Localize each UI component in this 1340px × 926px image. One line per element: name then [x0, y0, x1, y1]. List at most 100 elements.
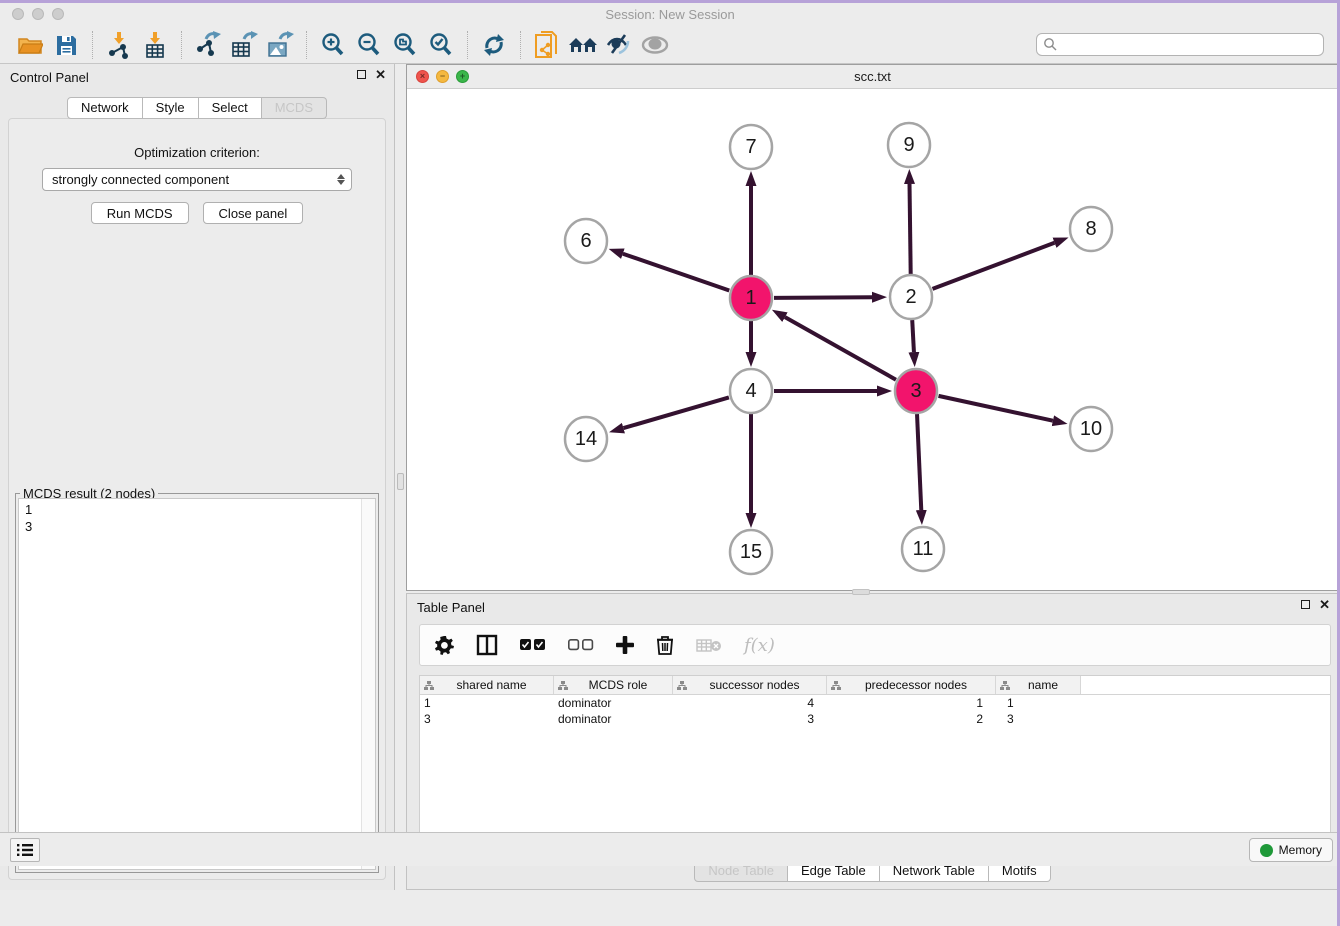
network-minimize-button[interactable]: −: [436, 70, 449, 83]
desktop-edge: [0, 0, 1340, 3]
graph-edge-2-8[interactable]: [933, 243, 1055, 289]
float-panel-icon[interactable]: [1301, 600, 1310, 609]
close-panel-icon[interactable]: ✕: [1319, 600, 1330, 609]
column-header-shared-name[interactable]: shared name: [420, 676, 554, 694]
refresh-button[interactable]: [478, 30, 510, 60]
close-panel-button[interactable]: Close panel: [203, 202, 304, 224]
network-maximize-button[interactable]: +: [456, 70, 469, 83]
toolbar-separator: [306, 31, 307, 59]
table-cell[interactable]: 4: [673, 696, 827, 710]
table-options-button[interactable]: [434, 632, 454, 658]
table-cell[interactable]: 1: [420, 696, 554, 710]
table-cell[interactable]: 3: [420, 712, 554, 726]
column-header-predecessor-nodes[interactable]: predecessor nodes: [827, 676, 996, 694]
vizmapper-button[interactable]: [603, 30, 635, 60]
close-window-button[interactable]: [12, 8, 24, 20]
tab-select[interactable]: Select: [199, 97, 262, 119]
app-window: Session: New Session: [0, 0, 1340, 926]
table-row[interactable]: 3dominator323: [420, 711, 1330, 727]
memory-button[interactable]: Memory: [1249, 838, 1333, 862]
close-panel-icon[interactable]: ✕: [375, 70, 386, 79]
show-column-panel-button[interactable]: [476, 632, 498, 658]
graph-edge-3-11[interactable]: [917, 414, 921, 510]
graph-node-label: 6: [580, 230, 591, 252]
export-network-button[interactable]: [192, 30, 224, 60]
show-graphics-details-button[interactable]: [639, 30, 671, 60]
zoom-out-button[interactable]: [353, 30, 385, 60]
memory-status-icon: [1260, 844, 1273, 857]
table-cell[interactable]: 2: [827, 712, 996, 726]
float-panel-icon[interactable]: [357, 70, 366, 79]
network-window-title: scc.txt: [854, 69, 891, 84]
column-type-icon: [558, 681, 568, 690]
tab-style[interactable]: Style: [143, 97, 199, 119]
tab-network[interactable]: Network: [67, 97, 143, 119]
open-session-button[interactable]: [14, 30, 46, 60]
run-mcds-button[interactable]: Run MCDS: [91, 202, 189, 224]
graph-edge-4-14[interactable]: [623, 397, 728, 428]
table-cell[interactable]: 3: [996, 712, 1081, 726]
eye-icon: [640, 34, 670, 56]
zoom-out-icon: [356, 32, 382, 58]
vertical-splitter-handle[interactable]: [397, 473, 404, 490]
zoom-selected-button[interactable]: [425, 30, 457, 60]
new-network-from-file-button[interactable]: [531, 30, 563, 60]
select-all-columns-button[interactable]: [520, 632, 546, 658]
import-table-button[interactable]: [139, 30, 171, 60]
unselect-all-columns-button[interactable]: [568, 632, 594, 658]
delete-table-button-disabled[interactable]: [696, 632, 722, 658]
table-cell[interactable]: 3: [673, 712, 827, 726]
maximize-window-button[interactable]: [52, 8, 64, 20]
task-history-button[interactable]: [10, 838, 40, 862]
table-row[interactable]: 1dominator411: [420, 695, 1330, 711]
table-cell[interactable]: 1: [827, 696, 996, 710]
network-close-button[interactable]: ×: [416, 70, 429, 83]
graph-edge-1-6[interactable]: [623, 254, 729, 291]
refresh-icon: [481, 32, 507, 58]
zoom-fit-button[interactable]: [389, 30, 421, 60]
style-eye-slash-icon: [605, 33, 633, 57]
column-header-MCDS-role[interactable]: MCDS role: [554, 676, 673, 694]
mcds-result-textarea[interactable]: 13: [18, 498, 376, 870]
column-header-successor-nodes[interactable]: successor nodes: [673, 676, 827, 694]
graph-edge-1-2[interactable]: [774, 297, 872, 298]
network-canvas[interactable]: 7968124314101511: [407, 89, 1338, 590]
window-title: Session: New Session: [605, 7, 734, 22]
zoom-selected-icon: [428, 32, 454, 58]
optimization-criterion-label: Optimization criterion:: [9, 145, 385, 160]
table-cell[interactable]: 1: [996, 696, 1081, 710]
table-header-row: shared nameMCDS rolesuccessor nodesprede…: [420, 676, 1330, 695]
graph-edge-3-10[interactable]: [938, 396, 1052, 421]
result-line: 1: [25, 501, 369, 518]
criterion-select[interactable]: strongly connected component: [42, 168, 352, 191]
home-networks-button[interactable]: [567, 30, 599, 60]
minimize-window-button[interactable]: [32, 8, 44, 20]
search-input[interactable]: [1058, 38, 1317, 52]
result-scrollbar[interactable]: [361, 499, 375, 869]
create-column-button[interactable]: [616, 632, 634, 658]
zoom-in-button[interactable]: [317, 30, 349, 60]
column-header-name[interactable]: name: [996, 676, 1081, 694]
export-image-button[interactable]: [264, 30, 296, 60]
checked-boxes-icon: [520, 639, 546, 651]
toolbar-separator: [520, 31, 521, 59]
save-icon: [54, 33, 78, 57]
graph-edge-3-1[interactable]: [785, 317, 896, 380]
graph-edge-2-3[interactable]: [912, 320, 914, 352]
table-cell[interactable]: dominator: [554, 712, 673, 726]
column-type-icon: [677, 681, 687, 690]
function-builder-button-disabled[interactable]: f(x): [744, 632, 775, 658]
search-box[interactable]: [1036, 33, 1324, 56]
save-session-button[interactable]: [50, 30, 82, 60]
table-cell[interactable]: dominator: [554, 696, 673, 710]
tab-mcds[interactable]: MCDS: [262, 97, 327, 119]
horizontal-splitter-handle[interactable]: [852, 589, 870, 595]
mcds-tab-content: Optimization criterion: strongly connect…: [8, 118, 386, 880]
graph-node-label: 14: [575, 428, 597, 450]
delete-column-button[interactable]: [656, 632, 674, 658]
import-network-button[interactable]: [103, 30, 135, 60]
graph-node-label: 8: [1085, 218, 1096, 240]
export-table-button[interactable]: [228, 30, 260, 60]
graph-edge-2-9[interactable]: [910, 184, 911, 274]
graph-node-label: 7: [745, 136, 756, 158]
